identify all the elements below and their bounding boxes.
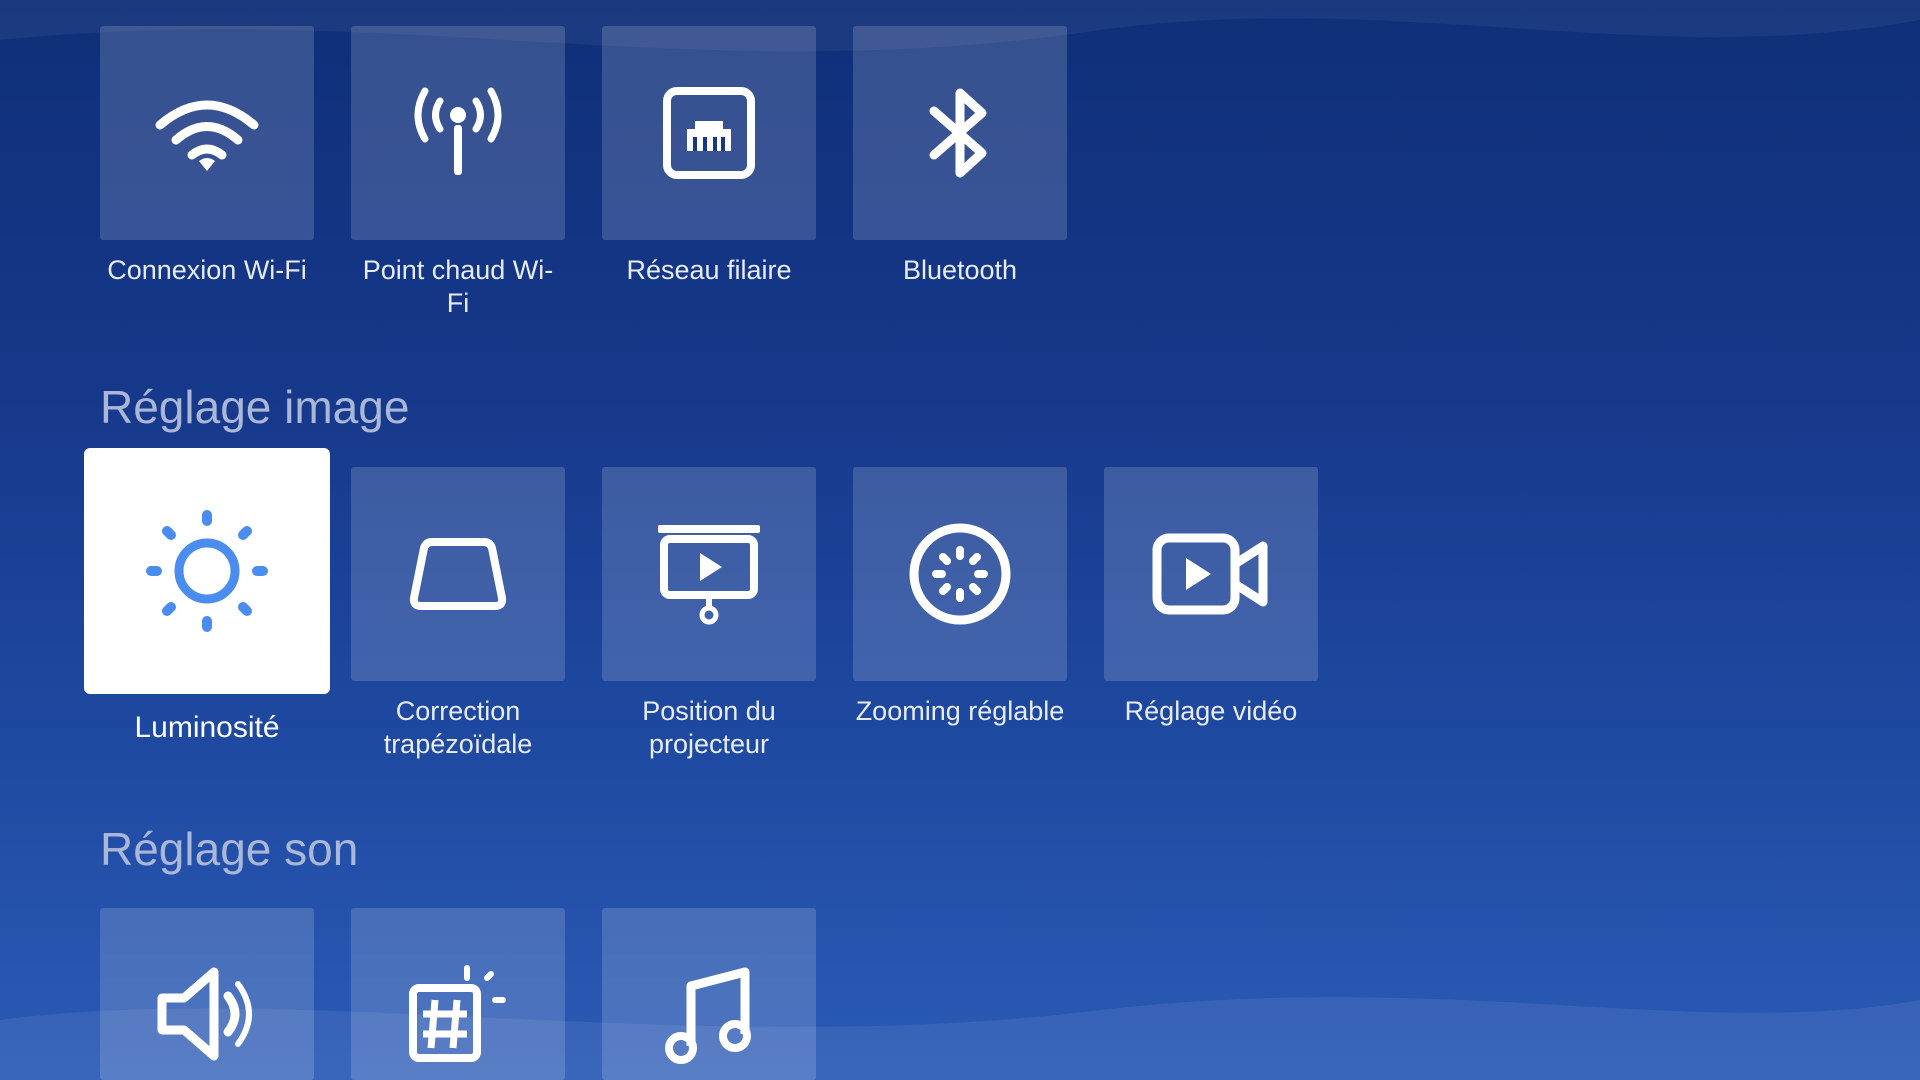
keystone-correction-label: Correction trapézoïdale <box>383 696 533 759</box>
wifi-hotspot-label: Point chaud Wi-Fi <box>362 255 554 318</box>
sound-settings-section-title: Réglage son <box>100 823 359 875</box>
music-note-icon <box>661 964 757 1068</box>
brightness-icon <box>145 509 269 633</box>
video-camera-icon <box>1151 532 1271 616</box>
projector-position-label: Position du projecteur <box>642 696 776 759</box>
hotspot-icon <box>403 83 513 183</box>
bluetooth-icon <box>920 83 1000 183</box>
zoom-dial-icon <box>906 520 1014 628</box>
wifi-connection-label: Connexion Wi-Fi <box>107 255 307 285</box>
video-settings-label: Réglage vidéo <box>1124 696 1298 726</box>
adjustable-zoom-label: Zooming réglable <box>855 696 1065 726</box>
ethernet-icon <box>661 85 757 181</box>
speaker-icon <box>152 964 262 1064</box>
image-settings-section-title: Réglage image <box>100 381 410 433</box>
video-settings-tile[interactable] <box>1104 467 1318 681</box>
projector-position-icon <box>654 519 764 629</box>
wifi-connection-tile[interactable] <box>100 26 314 240</box>
keystone-icon <box>406 534 510 614</box>
brightness-tile[interactable] <box>84 448 330 694</box>
wifi-hotspot-tile[interactable] <box>351 26 565 240</box>
projector-position-tile[interactable] <box>602 467 816 681</box>
wifi-icon <box>152 93 262 173</box>
brightness-label: Luminosité <box>134 711 280 744</box>
sound-effect-tile[interactable] <box>351 908 565 1080</box>
music-tile[interactable] <box>602 908 816 1080</box>
bluetooth-tile[interactable] <box>853 26 1067 240</box>
wired-network-label: Réseau filaire <box>626 255 792 285</box>
wired-network-tile[interactable] <box>602 26 816 240</box>
bluetooth-label: Bluetooth <box>902 255 1018 285</box>
keystone-correction-tile[interactable] <box>351 467 565 681</box>
speaker-tile[interactable] <box>100 908 314 1080</box>
adjustable-zoom-tile[interactable] <box>853 467 1067 681</box>
sound-effect-icon <box>403 962 513 1066</box>
